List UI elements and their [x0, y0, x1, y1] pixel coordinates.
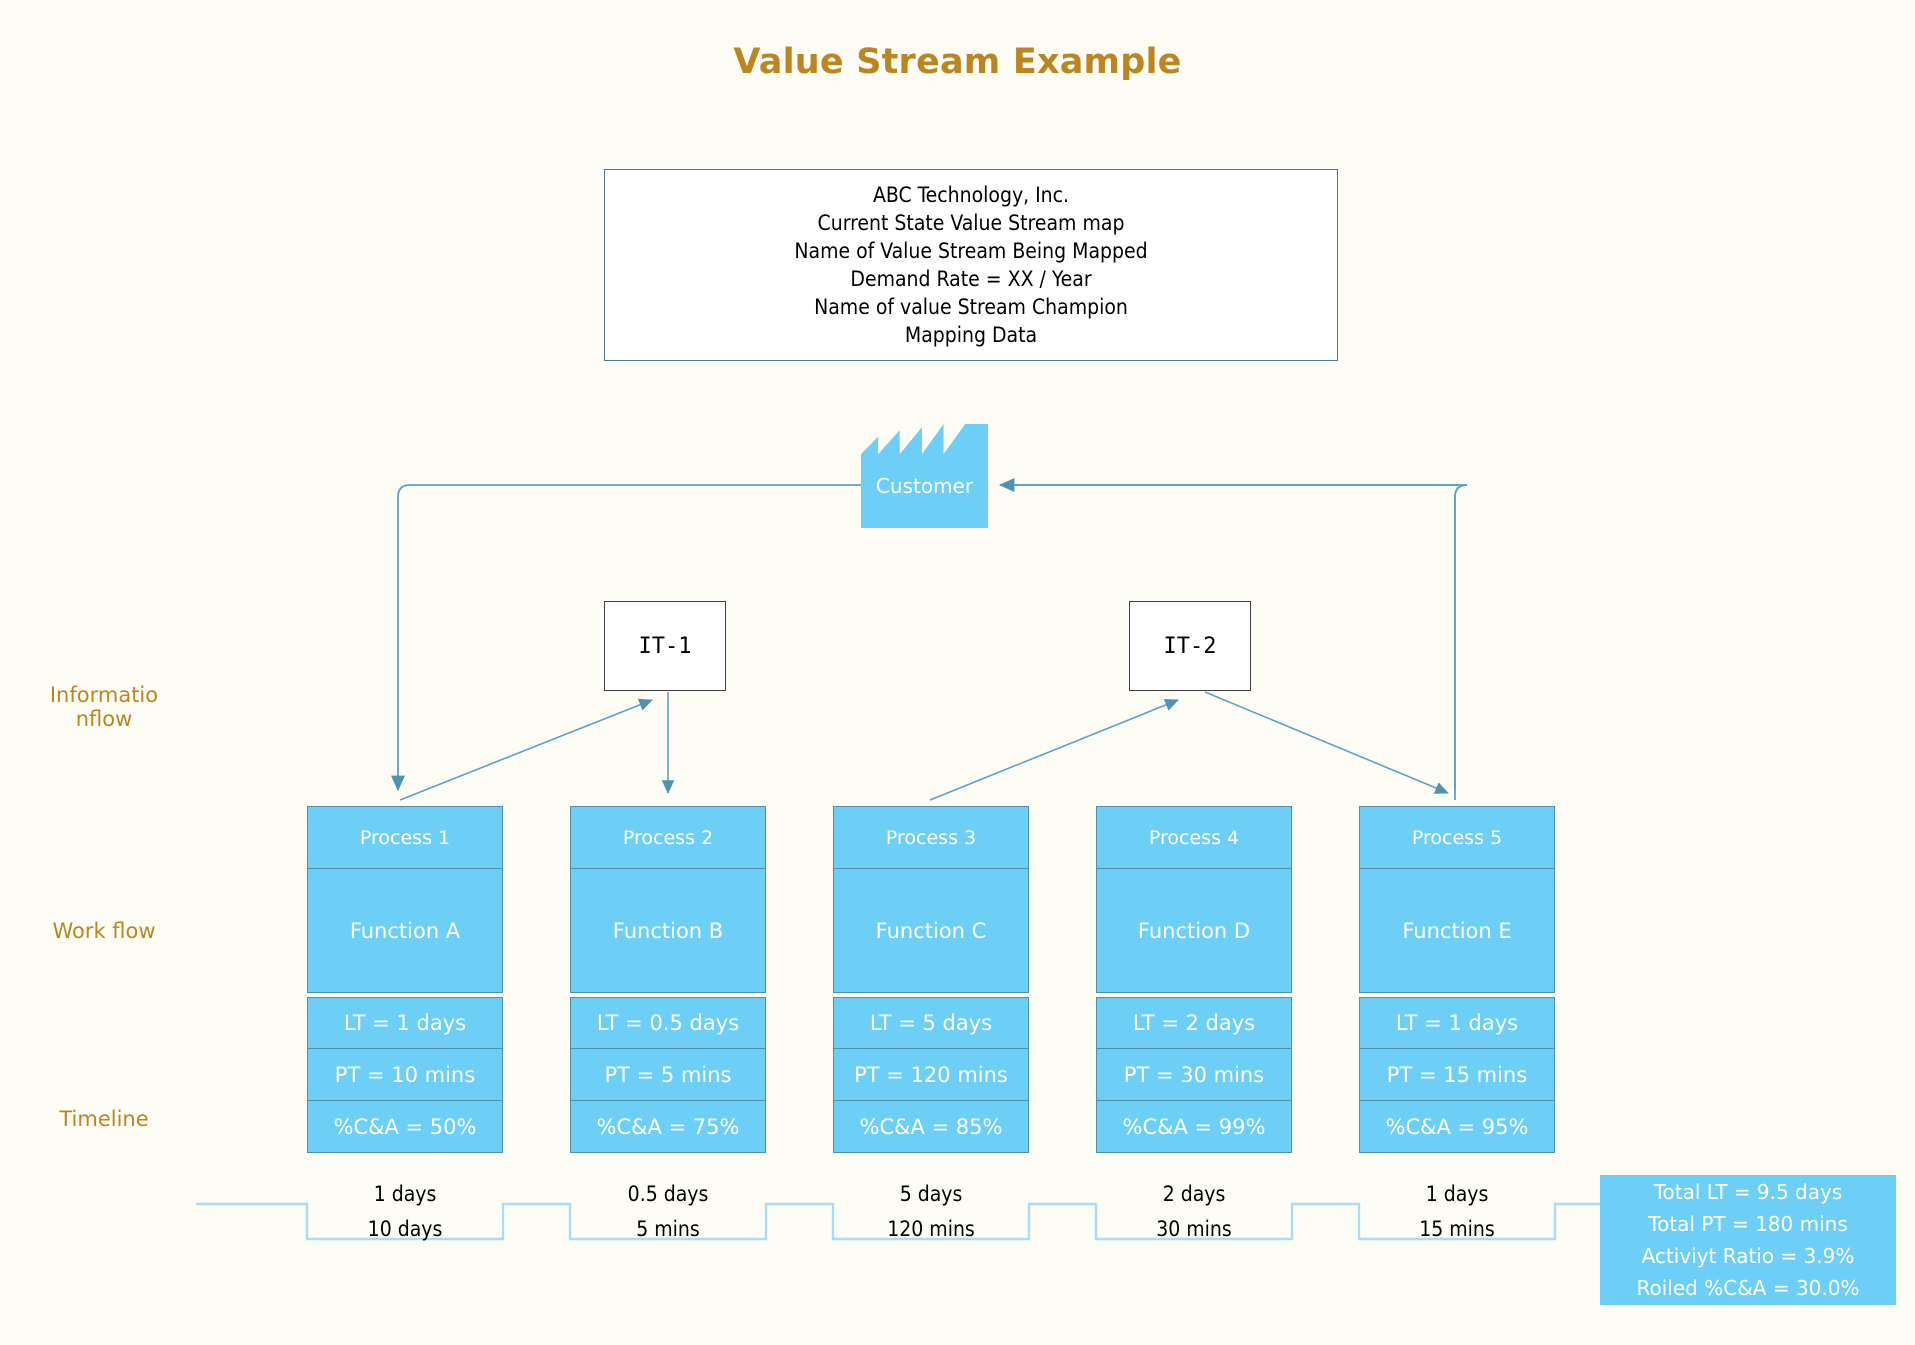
process-metrics-5: LT = 1 days PT = 15 mins %C&A = 95% — [1359, 997, 1555, 1153]
summary-box: Total LT = 9.5 days Total PT = 180 mins … — [1600, 1175, 1896, 1305]
it-system-label-1: IT-1 — [638, 633, 692, 659]
summary-rolled-ca: Roiled %C&A = 30.0% — [1636, 1276, 1860, 1300]
metric-pt-5: PT = 15 mins — [1359, 1049, 1555, 1101]
metric-pt-3: PT = 120 mins — [833, 1049, 1029, 1101]
process-column-5[interactable]: Process 5 Function E LT = 1 days PT = 15… — [1359, 806, 1555, 1153]
process-column-1[interactable]: Process 1 Function A LT = 1 days PT = 10… — [307, 806, 503, 1153]
metric-pt-4: PT = 30 mins — [1096, 1049, 1292, 1101]
process-metrics-3: LT = 5 days PT = 120 mins %C&A = 85% — [833, 997, 1029, 1153]
timeline-lt-5: 1 days — [1425, 1182, 1489, 1206]
process-metrics-4: LT = 2 days PT = 30 mins %C&A = 99% — [1096, 997, 1292, 1153]
timeline-pt-1: 10 days — [367, 1217, 443, 1241]
header-line-demand: Demand Rate = XX / Year — [850, 267, 1092, 291]
connector-it2-to-process5 — [1204, 691, 1449, 794]
process-name-1: Process 1 — [307, 806, 503, 869]
timeline-pt-2: 5 mins — [636, 1217, 700, 1241]
timeline-lt-2: 0.5 days — [627, 1182, 709, 1206]
connector-process1-to-it1 — [399, 698, 653, 801]
process-function-3: Function C — [833, 869, 1029, 993]
metric-lt-1: LT = 1 days — [307, 997, 503, 1049]
timeline-lt-1: 1 days — [373, 1182, 437, 1206]
process-name-2: Process 2 — [570, 806, 766, 869]
connector-process5-to-customer-right-leg — [1454, 484, 1468, 800]
lane-label-information-flow: Informatio nflow — [49, 683, 159, 731]
it-system-label-2: IT-2 — [1163, 633, 1217, 659]
header-info-box: ABC Technology, Inc. Current State Value… — [604, 169, 1338, 361]
timeline-pt-3: 120 mins — [887, 1217, 975, 1241]
header-line-champion: Name of value Stream Champion — [814, 295, 1128, 319]
customer-label: Customer — [875, 474, 974, 498]
metric-pt-1: PT = 10 mins — [307, 1049, 503, 1101]
metric-pt-2: PT = 5 mins — [570, 1049, 766, 1101]
metric-ca-2: %C&A = 75% — [570, 1101, 766, 1153]
metric-lt-5: LT = 1 days — [1359, 997, 1555, 1049]
process-function-5: Function E — [1359, 869, 1555, 993]
lane-label-timeline: Timeline — [59, 1107, 149, 1131]
customer-node[interactable]: Customer — [861, 424, 988, 528]
summary-total-lt: Total LT = 9.5 days — [1653, 1180, 1843, 1204]
metric-ca-3: %C&A = 85% — [833, 1101, 1029, 1153]
process-column-4[interactable]: Process 4 Function D LT = 2 days PT = 30… — [1096, 806, 1292, 1153]
process-metrics-1: LT = 1 days PT = 10 mins %C&A = 50% — [307, 997, 503, 1153]
header-line-state: Current State Value Stream map — [817, 211, 1125, 235]
process-name-4: Process 4 — [1096, 806, 1292, 869]
connector-process3-to-it2 — [929, 698, 1179, 801]
process-column-3[interactable]: Process 3 Function C LT = 5 days PT = 12… — [833, 806, 1029, 1153]
page-title: Value Stream Example — [733, 42, 1182, 82]
process-name-5: Process 5 — [1359, 806, 1555, 869]
timeline-lt-4: 2 days — [1162, 1182, 1226, 1206]
it-system-node-2[interactable]: IT-2 — [1129, 601, 1251, 691]
process-function-2: Function B — [570, 869, 766, 993]
metric-lt-4: LT = 2 days — [1096, 997, 1292, 1049]
header-line-company: ABC Technology, Inc. — [872, 183, 1070, 207]
it-system-node-1[interactable]: IT-1 — [604, 601, 726, 691]
timeline-lt-3: 5 days — [899, 1182, 963, 1206]
metric-ca-5: %C&A = 95% — [1359, 1101, 1555, 1153]
header-line-name: Name of Value Stream Being Mapped — [794, 239, 1148, 263]
process-name-3: Process 3 — [833, 806, 1029, 869]
summary-total-pt: Total PT = 180 mins — [1648, 1212, 1848, 1236]
process-function-1: Function A — [307, 869, 503, 993]
metric-ca-4: %C&A = 99% — [1096, 1101, 1292, 1153]
metric-lt-3: LT = 5 days — [833, 997, 1029, 1049]
metric-lt-2: LT = 0.5 days — [570, 997, 766, 1049]
process-column-2[interactable]: Process 2 Function B LT = 0.5 days PT = … — [570, 806, 766, 1153]
lane-label-work-flow: Work flow — [52, 919, 156, 943]
process-function-4: Function D — [1096, 869, 1292, 993]
header-line-mapping: Mapping Data — [904, 323, 1038, 347]
summary-activity-ratio: Activiyt Ratio = 3.9% — [1641, 1244, 1855, 1268]
process-metrics-2: LT = 0.5 days PT = 5 mins %C&A = 75% — [570, 997, 766, 1153]
metric-ca-1: %C&A = 50% — [307, 1101, 503, 1153]
timeline-pt-4: 30 mins — [1156, 1217, 1232, 1241]
timeline-pt-5: 15 mins — [1419, 1217, 1495, 1241]
